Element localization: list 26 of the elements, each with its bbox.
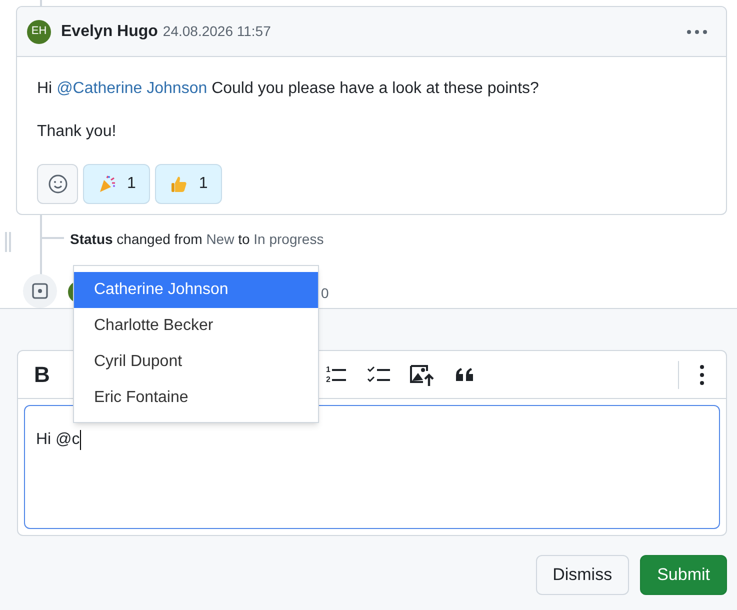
mention-option[interactable]: Charlotte Becker [74,308,318,344]
status-change-text: Status changed from New to In progress [70,231,324,247]
comment-text: Hi @Catherine Johnson Could you please have a look at these points? [37,79,540,99]
bold-button[interactable]: B [34,358,50,391]
party-popper-icon [97,174,117,194]
dismiss-button[interactable]: Dismiss [536,555,630,595]
reaction-button[interactable]: 1 [83,164,150,204]
mention-link[interactable]: @Catherine Johnson [56,80,208,97]
reaction-button[interactable]: 1 [154,164,222,204]
smiley-icon [48,174,68,194]
checklist-icon[interactable] [367,364,391,384]
author-name: Evelyn Hugo [61,22,158,42]
image-upload-icon[interactable] [409,362,435,386]
timestamp: 24.08.2026 11:57 [162,22,271,41]
avatar: EH [27,20,51,44]
mention-option[interactable]: Cyril Dupont [74,344,318,380]
submit-button[interactable]: Submit [640,555,727,595]
quote-icon[interactable] [455,366,475,382]
comment-text: Thank you! [37,122,118,142]
more-icon[interactable] [686,28,708,34]
numbered-list-button[interactable]: 1 2 [326,364,346,384]
add-reaction-button[interactable] [37,164,78,204]
more-vertical-icon[interactable] [699,364,705,386]
mention-option[interactable]: Catherine Johnson [74,272,318,308]
event-text: 0 [321,284,329,303]
thumbs-up-icon [168,174,189,194]
